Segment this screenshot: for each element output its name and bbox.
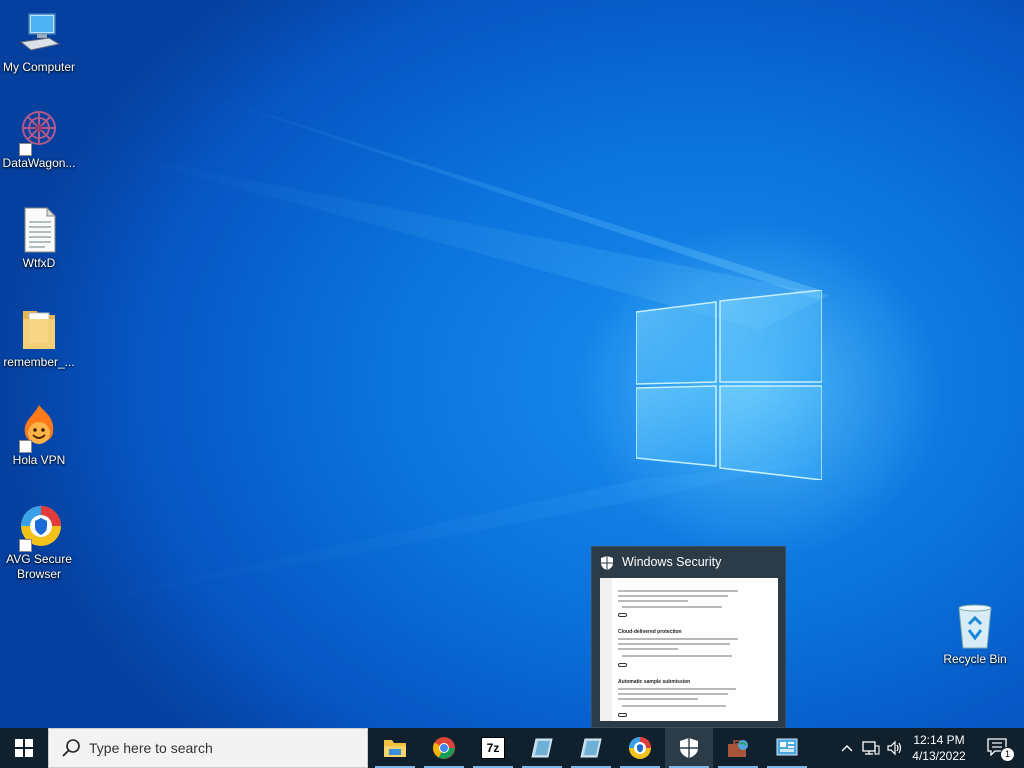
taskbar-app-windows-security[interactable] — [665, 728, 713, 768]
desktop-icon-label: Hola VPN — [12, 453, 66, 467]
preview-sidebar — [600, 578, 612, 721]
desktop-icon-my-computer[interactable]: My Computer — [0, 10, 78, 75]
shortcut-arrow-icon — [19, 440, 32, 453]
preview-toggle — [618, 613, 627, 617]
desktop-icon-label: WtfxD — [22, 256, 56, 270]
preview-text-line — [618, 688, 736, 690]
search-placeholder: Type here to search — [89, 740, 213, 756]
shortcut-arrow-icon — [19, 539, 32, 552]
file-explorer-icon — [384, 740, 406, 757]
clock-time: 12:14 PM — [913, 733, 965, 747]
taskbar-app-briefcase-globe[interactable] — [714, 728, 762, 768]
hola-vpn-icon — [15, 403, 63, 453]
thumbnail-window-preview[interactable]: Cloud-delivered protection Automatic sam… — [600, 578, 778, 721]
preview-text-line — [618, 600, 688, 602]
desktop-icon-datawagon[interactable]: DataWagon... — [0, 106, 78, 171]
preview-text-line — [618, 590, 738, 592]
taskbar-app-control-panel[interactable] — [763, 728, 811, 768]
start-button[interactable] — [0, 728, 48, 768]
preview-toggle — [618, 713, 627, 717]
clock-date: 4/13/2022 — [912, 749, 966, 763]
taskbar-app-file-explorer[interactable] — [371, 728, 419, 768]
desktop-icon-wtfxd[interactable]: WtfxD — [0, 206, 78, 271]
desktop-icon-avg-browser[interactable]: AVG Secure Browser — [0, 502, 78, 582]
avg-browser-icon — [15, 502, 63, 552]
windows-start-icon — [15, 739, 33, 757]
desktop-icon-recycle-bin[interactable]: Recycle Bin — [936, 602, 1014, 667]
briefcase-globe-icon — [728, 740, 748, 757]
shortcut-arrow-icon — [19, 143, 32, 156]
taskbar-search-box[interactable]: Type here to search — [48, 728, 368, 768]
datawagon-icon — [15, 106, 63, 156]
taskbar: Type here to search 7z 12:14 PM 4/13/202… — [0, 728, 1024, 768]
folder-icon — [15, 305, 63, 353]
preview-text-line — [618, 638, 738, 640]
taskbar-app-7zip[interactable]: 7z — [469, 728, 517, 768]
computer-icon — [15, 10, 63, 58]
preview-text-line — [618, 698, 698, 700]
desktop-icon-label: remember_... — [3, 355, 75, 369]
wallpaper-light-beam — [0, 80, 830, 620]
speaker-icon — [887, 740, 902, 756]
desktop-icon-label: My Computer — [2, 60, 76, 74]
preview-text-line — [622, 655, 732, 657]
windows-security-icon — [680, 738, 698, 758]
tray-network[interactable] — [860, 728, 882, 768]
windows-logo-wallpaper — [636, 290, 822, 480]
7zip-label: 7z — [486, 741, 500, 755]
tray-show-hidden-icons[interactable] — [838, 728, 856, 768]
taskbar-app-setup-2[interactable] — [567, 728, 615, 768]
preview-toggle — [618, 663, 627, 667]
preview-text-line — [618, 595, 728, 597]
desktop-icon-label: DataWagon... — [2, 156, 76, 170]
taskbar-app-chrome[interactable] — [420, 728, 468, 768]
recycle-bin-icon — [951, 602, 999, 650]
chrome-icon — [433, 737, 455, 759]
preview-text-line — [618, 648, 678, 650]
setup-icon — [580, 738, 602, 758]
recycle-bin-label: Recycle Bin — [943, 652, 1007, 666]
search-icon — [62, 739, 80, 757]
preview-text-line — [618, 643, 730, 645]
text-document-icon — [15, 206, 63, 254]
tray-volume[interactable] — [884, 728, 906, 768]
notification-count-badge: 1 — [1000, 747, 1015, 762]
desktop-icon-label: AVG Secure Browser — [6, 552, 72, 581]
preview-text-line — [618, 693, 728, 695]
thumbnail-title: Windows Security — [622, 555, 722, 569]
preview-heading: Cloud-delivered protection — [618, 629, 682, 635]
taskbar-clock[interactable]: 12:14 PM 4/13/2022 — [904, 728, 974, 768]
desktop-icon-hola-vpn[interactable]: Hola VPN — [0, 403, 78, 468]
notification-icon: 1 — [987, 738, 1015, 762]
action-center-button[interactable]: 1 — [978, 728, 1018, 768]
preview-text-line — [622, 705, 726, 707]
control-panel-icon — [776, 738, 798, 756]
preview-text-line — [622, 606, 722, 608]
desktop-wallpaper[interactable] — [0, 0, 1024, 728]
preview-heading: Automatic sample submission — [618, 679, 691, 685]
taskbar-thumbnail-preview[interactable]: Windows Security Cloud-delivered protect… — [591, 546, 786, 728]
setup-icon — [531, 738, 553, 758]
taskbar-app-setup-1[interactable] — [518, 728, 566, 768]
avg-browser-icon — [629, 737, 651, 759]
taskbar-app-avg-browser[interactable] — [616, 728, 664, 768]
desktop-icon-remember[interactable]: remember_... — [0, 305, 78, 370]
network-icon — [862, 741, 880, 755]
chevron-up-icon — [841, 745, 853, 752]
7zip-icon: 7z — [481, 737, 505, 759]
windows-security-icon — [601, 556, 613, 570]
